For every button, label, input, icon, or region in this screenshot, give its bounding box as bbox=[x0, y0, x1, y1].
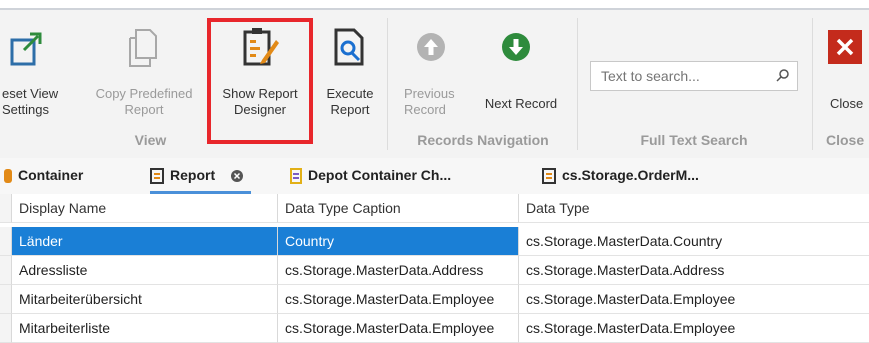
cell-display-name[interactable]: Länder bbox=[12, 227, 278, 256]
close-icon bbox=[828, 30, 862, 64]
reset-view-settings-button[interactable]: eset View Settings bbox=[0, 20, 80, 120]
cell-data-type[interactable]: cs.Storage.MasterData.Country bbox=[519, 227, 869, 256]
ribbon: eset View Settings Copy Predefined Repor… bbox=[0, 10, 869, 159]
search-icon[interactable] bbox=[775, 68, 791, 84]
records-navigation-group-label: Records Navigation bbox=[417, 132, 549, 148]
tab-depot-container[interactable]: Depot Container Ch... bbox=[290, 158, 451, 194]
table-row[interactable]: Mitarbeiterliste cs.Storage.MasterData.E… bbox=[0, 314, 869, 343]
execute-report-icon bbox=[334, 28, 364, 66]
cell-data-type[interactable]: cs.Storage.MasterData.Address bbox=[519, 256, 869, 285]
previous-record-button[interactable]: Previous Record bbox=[396, 20, 466, 120]
tab-report[interactable]: Report bbox=[150, 158, 252, 194]
row-indicator bbox=[0, 256, 12, 285]
column-header-data-type-caption[interactable]: Data Type Caption bbox=[278, 194, 519, 223]
cell-data-type[interactable]: cs.Storage.MasterData.Employee bbox=[519, 314, 869, 343]
depot-container-icon bbox=[290, 168, 302, 185]
execute-report-button[interactable]: Execute Report bbox=[316, 20, 384, 120]
row-indicator bbox=[0, 285, 12, 314]
cell-data-type-caption[interactable]: Country bbox=[278, 227, 519, 256]
copy-predefined-report-label: Copy Predefined Report bbox=[95, 86, 193, 117]
next-record-button[interactable]: Next Record bbox=[474, 20, 568, 120]
tab-label: Depot Container Ch... bbox=[308, 167, 452, 183]
close-button[interactable]: Close bbox=[818, 20, 869, 120]
arrow-down-icon bbox=[502, 33, 530, 61]
tab-container[interactable]: Container bbox=[4, 158, 83, 194]
tab-close-icon[interactable] bbox=[231, 170, 244, 183]
reset-view-settings-label: eset View Settings bbox=[2, 86, 59, 117]
copy-predefined-report-button[interactable]: Copy Predefined Report bbox=[86, 20, 202, 120]
full-text-search-input[interactable] bbox=[599, 67, 773, 85]
close-group-label: Close bbox=[826, 132, 865, 148]
ribbon-separator bbox=[387, 18, 388, 150]
cell-data-type-caption[interactable]: cs.Storage.MasterData.Employee bbox=[278, 285, 519, 314]
cell-data-type-caption[interactable]: cs.Storage.MasterData.Address bbox=[278, 256, 519, 285]
table-row[interactable]: Länder Country cs.Storage.MasterData.Cou… bbox=[0, 227, 869, 256]
ribbon-separator bbox=[812, 18, 813, 150]
previous-record-label: Previous Record bbox=[404, 86, 455, 117]
row-indicator bbox=[0, 314, 12, 343]
row-indicator bbox=[0, 194, 12, 223]
column-header-display-name[interactable]: Display Name bbox=[12, 194, 278, 223]
table-row[interactable]: Adressliste cs.Storage.MasterData.Addres… bbox=[0, 256, 869, 285]
container-icon bbox=[4, 169, 12, 184]
highlight-frame bbox=[207, 18, 313, 144]
close-label: Close bbox=[830, 96, 864, 111]
tab-label: Report bbox=[170, 167, 216, 183]
grid-header-row: Display Name Data Type Caption Data Type bbox=[0, 194, 869, 223]
full-text-search-group-label: Full Text Search bbox=[640, 132, 748, 148]
tab-label: Container bbox=[18, 167, 84, 183]
report-tab-icon bbox=[542, 168, 556, 185]
execute-report-label: Execute Report bbox=[326, 86, 374, 117]
full-text-search-box[interactable] bbox=[590, 61, 798, 91]
next-record-label: Next Record bbox=[484, 96, 558, 111]
row-indicator bbox=[0, 227, 12, 256]
tab-order-report[interactable]: cs.Storage.OrderM... bbox=[542, 158, 699, 194]
arrow-up-icon bbox=[417, 33, 445, 61]
copy-document-icon bbox=[129, 29, 157, 67]
ribbon-separator bbox=[577, 18, 578, 150]
report-tab-icon bbox=[150, 168, 164, 185]
tab-label: cs.Storage.OrderM... bbox=[562, 167, 699, 183]
table-row[interactable]: Mitarbeiterübersicht cs.Storage.MasterDa… bbox=[0, 285, 869, 314]
cell-display-name[interactable]: Adressliste bbox=[12, 256, 278, 285]
reset-view-icon bbox=[10, 32, 42, 66]
cell-data-type-caption[interactable]: cs.Storage.MasterData.Employee bbox=[278, 314, 519, 343]
column-header-data-type[interactable]: Data Type bbox=[519, 194, 869, 223]
cell-data-type[interactable]: cs.Storage.MasterData.Employee bbox=[519, 285, 869, 314]
cell-display-name[interactable]: Mitarbeiterliste bbox=[12, 314, 278, 343]
cell-display-name[interactable]: Mitarbeiterübersicht bbox=[12, 285, 278, 314]
view-group-label: View bbox=[134, 132, 167, 148]
document-tabs: Container Report Depot Container Ch... c… bbox=[0, 158, 869, 195]
